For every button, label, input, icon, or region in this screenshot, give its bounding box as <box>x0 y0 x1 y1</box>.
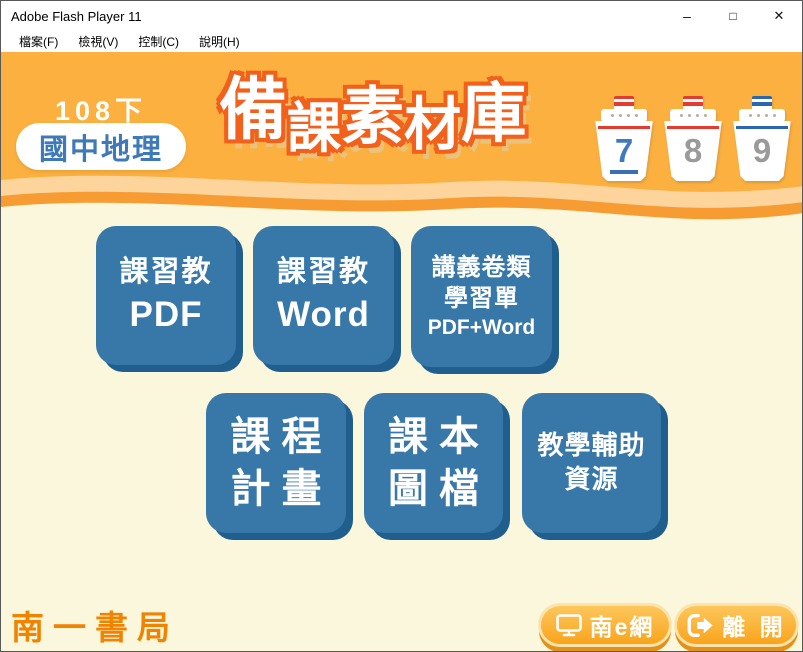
menu-item-view[interactable]: 檢視(V) <box>68 33 128 50</box>
ship-window-dot <box>703 114 707 117</box>
ship-window-dot <box>610 114 614 117</box>
ship-window-dot <box>679 114 683 117</box>
ship-window-dot <box>634 114 638 117</box>
grade-ship-8[interactable]: 8 <box>663 96 723 181</box>
publisher-logo: 南一書局 <box>11 608 179 647</box>
ship-window-dot <box>772 114 776 117</box>
page-title: 備課素材庫 <box>219 72 527 159</box>
textbook-word-button[interactable]: 課習教 Word <box>253 226 394 365</box>
button-label-line: PDF <box>129 294 203 334</box>
menu-bar: 檔案(F) 檢視(V) 控制(C) 說明(H) <box>1 31 802 52</box>
ship-deck-icon <box>739 109 785 122</box>
ship-hull-icon: 7 <box>595 121 653 181</box>
website-button[interactable]: 南e網 <box>541 606 669 644</box>
button-label-line: 計畫 <box>230 467 333 511</box>
ship-stripe <box>666 126 720 129</box>
button-label-line: PDF+Word <box>427 316 536 340</box>
ship-window-dot <box>748 114 752 117</box>
button-label-line: Word <box>277 294 370 334</box>
ship-deck-icon <box>601 109 647 122</box>
app-window: Adobe Flash Player 11 – □ ✕ 檔案(F) 檢視(V) … <box>0 0 803 652</box>
ship-window-dot <box>687 114 691 117</box>
textbook-images-button[interactable]: 課本 圖檔 <box>364 393 503 533</box>
window-title: Adobe Flash Player 11 <box>11 8 142 24</box>
window-controls: – □ ✕ <box>664 1 802 31</box>
button-label-line: 課習教 <box>119 255 213 288</box>
exit-button-label: 離 開 <box>722 614 787 640</box>
close-button[interactable]: ✕ <box>756 1 802 31</box>
exit-button[interactable]: 離 開 <box>677 606 796 644</box>
grade-number-7: 7 <box>609 134 639 174</box>
ship-deck-icon <box>670 109 716 122</box>
menu-item-control[interactable]: 控制(C) <box>128 33 189 50</box>
grade-selector: 7 8 9 <box>594 96 792 181</box>
ship-window-dot <box>764 114 768 117</box>
button-label-line: 課程 <box>230 415 333 459</box>
grade-number-9: 9 <box>752 132 772 169</box>
button-label-line: 教學輔助 <box>537 430 646 461</box>
flash-stage: 108下 國中地理 備課素材庫 7 8 9 課習教 PDF 課習教 Word 講… <box>1 52 802 651</box>
maximize-button[interactable]: □ <box>710 1 756 31</box>
textbook-pdf-button[interactable]: 課習教 PDF <box>96 226 236 365</box>
ship-window-dot <box>618 114 622 117</box>
button-label-line: 課本 <box>388 415 490 459</box>
teaching-aids-button[interactable]: 教學輔助 資源 <box>522 393 661 533</box>
subject-label: 國中地理 <box>38 133 163 166</box>
ship-window-dot <box>756 114 760 117</box>
ship-window-dot <box>626 114 630 117</box>
ship-stripe <box>735 126 789 129</box>
ship-hull-icon: 8 <box>664 121 722 181</box>
curriculum-plan-button[interactable]: 課程 計畫 <box>206 393 346 533</box>
button-label-line: 課習教 <box>276 255 370 288</box>
minimize-button[interactable]: – <box>664 1 710 31</box>
handouts-worksheets-button[interactable]: 講義卷類 學習單 PDF+Word <box>411 226 552 367</box>
menu-item-file[interactable]: 檔案(F) <box>9 33 68 50</box>
ship-hull-icon: 9 <box>733 121 791 181</box>
ship-stripe <box>597 126 651 129</box>
title-bar: Adobe Flash Player 11 – □ ✕ <box>1 1 802 31</box>
grade-ship-7[interactable]: 7 <box>594 96 654 181</box>
monitor-icon <box>555 613 582 636</box>
menu-item-help[interactable]: 說明(H) <box>189 33 250 50</box>
ship-window-dot <box>695 114 699 117</box>
website-button-label: 南e網 <box>589 614 655 640</box>
grade-ship-9[interactable]: 9 <box>732 96 792 181</box>
grade-number-8: 8 <box>683 132 703 169</box>
button-label-line: 資源 <box>564 464 619 494</box>
button-label-line: 講義卷類 <box>431 253 532 281</box>
subject-badge: 國中地理 <box>16 123 186 170</box>
button-label-line: 圖檔 <box>388 467 490 511</box>
exit-arrow-icon <box>687 613 713 637</box>
button-label-line: 學習單 <box>444 284 519 312</box>
